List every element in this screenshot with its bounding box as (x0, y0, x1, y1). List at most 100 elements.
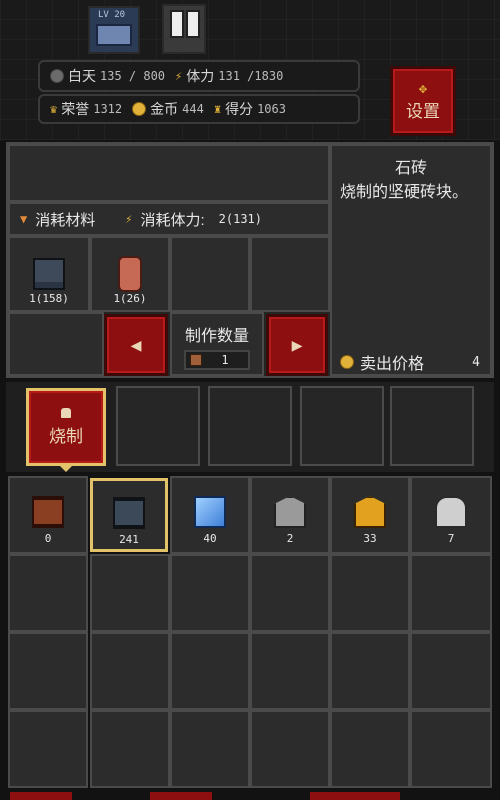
quantity-panel: 制作数量 1 (170, 312, 264, 376)
material-slot-1[interactable]: 1(158) (8, 236, 90, 312)
honor-label: 荣誉 (61, 102, 90, 118)
craft-header-area (8, 144, 330, 202)
day-value: 135 / 800 (100, 69, 166, 83)
quantity-value: 1 (221, 353, 229, 367)
machine-blue: LV 20 (88, 6, 140, 54)
inventory-slot-empty[interactable] (330, 710, 410, 788)
consume-stamina-label: 消耗体力: (140, 211, 205, 229)
lightning-icon: ⚡ (125, 212, 133, 226)
bottom-button-partial[interactable] (150, 792, 212, 800)
tab-empty-4[interactable] (390, 386, 474, 466)
stone-brick-icon (113, 497, 145, 529)
inventory-count-6: 7 (447, 532, 455, 545)
inventory-slot-empty[interactable] (170, 632, 250, 710)
settings-button[interactable]: ✥ 设置 (390, 66, 456, 136)
quantity-label: 制作数量 (184, 328, 249, 345)
inventory-slot-empty[interactable] (410, 710, 492, 788)
gold-label: 金币 (150, 102, 179, 118)
quantity-field[interactable]: 1 (184, 350, 250, 370)
tab-empty-2[interactable] (208, 386, 292, 466)
inventory-slot-empty[interactable] (410, 632, 492, 710)
inventory-slot-6[interactable]: 7 (410, 476, 492, 554)
tab-fire-label: 烧制 (49, 426, 83, 446)
material-count-1: 1(158) (29, 292, 69, 305)
inventory-slot-empty[interactable] (250, 632, 330, 710)
hud-top-bar: 白天 135 / 800 ⚡ 体力 131 /1830 (38, 60, 360, 92)
material-slot-2[interactable]: 1(26) (90, 236, 170, 312)
gold-stat: 金币 444 (132, 99, 204, 119)
arrow-right-icon: ▶ (291, 334, 303, 356)
day-label: 白天 (68, 69, 96, 85)
sun-icon (50, 69, 64, 83)
inventory-slot-4[interactable]: 2 (250, 476, 330, 554)
inventory-slot-empty[interactable] (410, 554, 492, 632)
gold-book-icon (354, 496, 386, 528)
sell-price-row: 卖出价格 4 (340, 350, 480, 374)
tab-fire[interactable]: 烧制 (26, 388, 106, 466)
item-description: 烧制的坚硬砖块。 (340, 184, 469, 201)
arrow-left-icon: ◀ (130, 334, 142, 356)
tab-empty-1[interactable] (116, 386, 200, 466)
material-box-icon (190, 354, 202, 366)
consume-stamina-value: 2(131) (218, 212, 263, 226)
fire-icon (61, 407, 71, 418)
inventory-slot-empty[interactable] (330, 554, 410, 632)
level-badge: LV 20 (98, 10, 126, 20)
inventory-slot-3[interactable]: 40 (170, 476, 250, 554)
score-stat: ♜ 得分 1063 (214, 99, 286, 119)
inventory-slot-2-selected[interactable]: 241 (90, 478, 168, 552)
material-slot-3[interactable] (170, 236, 250, 312)
clay-cylinder-icon (118, 256, 142, 292)
tab-empty-3[interactable] (300, 386, 384, 466)
inventory-slot-empty[interactable] (90, 554, 170, 632)
inventory-slot-1[interactable]: 0 (8, 476, 88, 554)
empty-slot (8, 312, 104, 376)
iron-book-icon (274, 496, 306, 528)
inventory-slot-empty[interactable] (8, 632, 88, 710)
consume-row: ▼ 消耗材料 ⚡ 消耗体力: 2(131) (8, 202, 330, 236)
crown-icon: ♛ (50, 102, 58, 116)
material-slot-4[interactable] (250, 236, 330, 312)
coin-icon (340, 355, 354, 369)
decrease-quantity-button[interactable]: ◀ (104, 314, 168, 376)
arrow-down-icon: ▼ (20, 212, 28, 226)
day-stat: 白天 135 / 800 (50, 66, 165, 86)
score-value: 1063 (257, 102, 286, 116)
inventory-count-4: 2 (286, 532, 294, 545)
bottom-button-partial[interactable] (10, 792, 72, 800)
glass-pane-icon (194, 496, 226, 528)
stamina-label: 体力 (186, 69, 215, 85)
stamina-stat: ⚡ 体力 131 /1830 (175, 66, 283, 86)
hud-second-bar: ♛ 荣誉 1312 金币 444 ♜ 得分 1063 (38, 94, 360, 124)
honor-value: 1312 (93, 102, 123, 116)
inventory-count-1: 0 (44, 532, 52, 545)
bottom-button-partial[interactable] (310, 792, 400, 800)
consume-materials-label: 消耗材料 (35, 211, 96, 229)
inventory-slot-empty[interactable] (170, 710, 250, 788)
inventory-count-5: 33 (363, 532, 377, 545)
stamina-value: 131 /1830 (218, 69, 284, 83)
inventory-slot-empty[interactable] (8, 554, 88, 632)
inventory-slot-empty[interactable] (90, 710, 170, 788)
gold-value: 444 (182, 102, 204, 116)
silver-figure-icon (435, 496, 467, 528)
sell-price-label: 卖出价格 (360, 356, 425, 373)
machine-bottles (162, 4, 206, 54)
inventory-slot-empty[interactable] (90, 632, 170, 710)
increase-quantity-button[interactable]: ▶ (266, 314, 328, 376)
material-count-2: 1(26) (113, 292, 147, 305)
inventory-slot-empty[interactable] (250, 554, 330, 632)
trophy-icon: ♜ (213, 102, 222, 116)
inventory-slot-5[interactable]: 33 (330, 476, 410, 554)
inventory-slot-empty[interactable] (250, 710, 330, 788)
inventory-count-2: 241 (119, 533, 139, 546)
item-title: 石砖 (394, 160, 427, 177)
sell-price-value: 4 (472, 354, 480, 370)
inventory-slot-empty[interactable] (330, 632, 410, 710)
lightning-icon: ⚡ (175, 69, 183, 83)
inventory-slot-empty[interactable] (170, 554, 250, 632)
inventory-slot-empty[interactable] (8, 710, 88, 788)
settings-label: 设置 (406, 101, 440, 121)
active-tab-indicator (58, 464, 74, 472)
gear-icon: ✥ (418, 80, 428, 97)
